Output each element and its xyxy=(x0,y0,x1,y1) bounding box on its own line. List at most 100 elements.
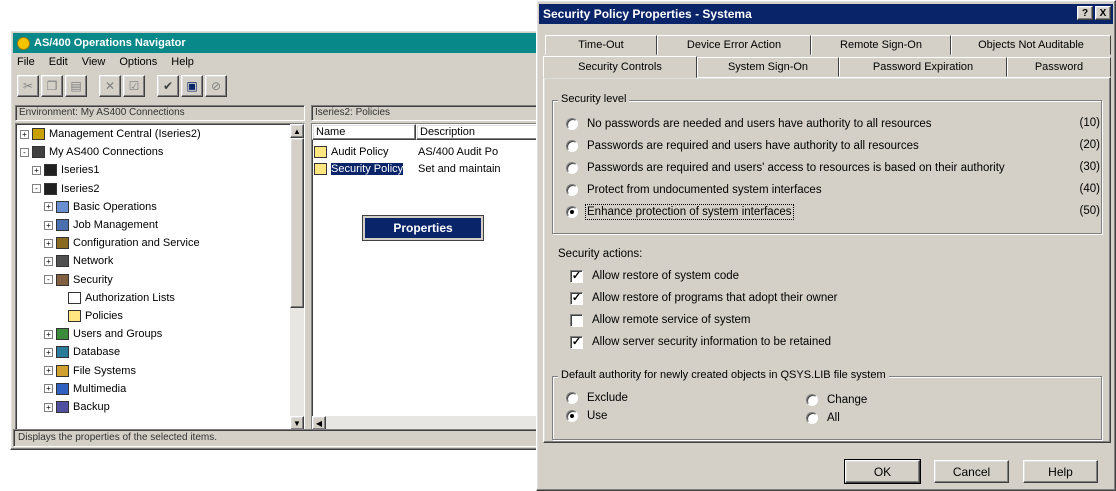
tab-time-out[interactable]: Time-Out xyxy=(545,35,657,55)
checkbox-checked[interactable]: ✓ xyxy=(570,335,583,349)
expand-icon[interactable]: + xyxy=(32,165,41,175)
hierarchy-tree[interactable]: + Management Central (Iseries2) - My AS400 … xyxy=(15,123,305,431)
radio-button[interactable] xyxy=(566,118,578,130)
default-authority-option[interactable]: Exclude xyxy=(566,390,628,406)
radio-button[interactable] xyxy=(566,392,578,404)
ok-button[interactable]: OK xyxy=(844,459,921,484)
list-item-description: Set and maintain xyxy=(418,163,501,175)
checkbox-unchecked[interactable] xyxy=(570,313,583,327)
tree-item[interactable]: + File Systems xyxy=(44,363,136,379)
expand-icon[interactable]: + xyxy=(44,329,53,339)
tree-item[interactable]: + Iseries1 xyxy=(32,162,100,178)
expand-icon[interactable]: + xyxy=(20,129,29,139)
tree-vertical-scrollbar[interactable]: ▲ ▼ xyxy=(290,124,304,430)
tab-system-sign-on[interactable]: System Sign-On xyxy=(697,57,839,77)
help-button[interactable]: Help xyxy=(1023,460,1098,483)
list-item[interactable]: Security Policy Set and maintain xyxy=(314,161,501,177)
tree-item[interactable]: + Management Central (Iseries2) xyxy=(20,126,201,142)
radio-button[interactable] xyxy=(566,206,578,218)
close-icon[interactable]: X xyxy=(1095,6,1111,20)
menu-file[interactable]: File xyxy=(15,55,37,69)
help-icon[interactable]: ? xyxy=(1077,6,1093,20)
scroll-left-icon[interactable]: ◀ xyxy=(312,416,326,430)
default-authority-option[interactable]: Change xyxy=(806,392,867,408)
checkbox-checked[interactable]: ✓ xyxy=(570,291,583,305)
policies-list-view[interactable]: Name Description Audit Policy AS/400 Aud… xyxy=(311,123,537,431)
expand-icon[interactable]: + xyxy=(44,238,53,248)
tree-item[interactable]: + Basic Operations xyxy=(44,199,157,215)
menu-edit[interactable]: Edit xyxy=(47,55,70,69)
tree-item[interactable]: + Users and Groups xyxy=(44,326,162,342)
check-icon[interactable]: ✔ xyxy=(157,75,179,97)
tree-item[interactable]: - Iseries2 xyxy=(32,181,100,197)
cut-icon[interactable]: ✂ xyxy=(17,75,39,97)
tree-item[interactable]: + Database xyxy=(44,344,120,360)
menu-help[interactable]: Help xyxy=(169,55,196,69)
radio-button[interactable] xyxy=(566,410,578,422)
scroll-up-icon[interactable]: ▲ xyxy=(290,124,304,138)
checkbox-checked[interactable]: ✓ xyxy=(570,269,583,283)
list-horizontal-scrollbar[interactable]: ◀ xyxy=(312,416,536,430)
menu-options[interactable]: Options xyxy=(117,55,159,69)
tree-item[interactable]: - Security xyxy=(44,272,113,288)
security-level-option[interactable]: No passwords are needed and users have a… xyxy=(566,116,932,132)
tree-item[interactable]: - My AS400 Connections xyxy=(20,144,163,160)
tree-item[interactable]: Authorization Lists xyxy=(56,290,175,306)
list-item[interactable]: Audit Policy AS/400 Audit Po xyxy=(314,144,498,160)
column-description[interactable]: Description xyxy=(416,124,536,140)
security-level-option[interactable]: Passwords are required and users have au… xyxy=(566,138,919,154)
menu-view[interactable]: View xyxy=(80,55,108,69)
radio-button[interactable] xyxy=(806,412,818,424)
collapse-icon[interactable]: - xyxy=(32,184,41,194)
tab-device-error-action[interactable]: Device Error Action xyxy=(657,35,811,55)
expand-icon[interactable]: + xyxy=(44,256,53,266)
column-name[interactable]: Name xyxy=(312,124,416,140)
expand-icon[interactable]: + xyxy=(44,384,53,394)
refresh-icon[interactable]: ▣ xyxy=(181,75,203,97)
dialog-title-bar[interactable]: Security Policy Properties - Systema xyxy=(539,4,1113,24)
expand-icon[interactable]: + xyxy=(44,347,53,357)
expand-icon[interactable]: + xyxy=(44,220,53,230)
delete-icon[interactable]: ✕ xyxy=(99,75,121,97)
radio-button[interactable] xyxy=(806,394,818,406)
security-level-option[interactable]: Protect from undocumented system interfa… xyxy=(566,182,822,198)
stop-icon[interactable]: ⊘ xyxy=(205,75,227,97)
collapse-icon[interactable]: - xyxy=(20,147,29,157)
tree-item[interactable]: + Configuration and Service xyxy=(44,235,200,251)
tree-item[interactable]: + Job Management xyxy=(44,217,158,233)
tab-remote-sign-on[interactable]: Remote Sign-On xyxy=(811,35,951,55)
expand-icon[interactable]: + xyxy=(44,202,53,212)
scroll-down-icon[interactable]: ▼ xyxy=(290,416,304,430)
scroll-thumb[interactable] xyxy=(290,138,304,308)
expand-icon[interactable]: + xyxy=(44,402,53,412)
navigator-title-bar[interactable]: AS/400 Operations Navigator xyxy=(13,33,537,53)
tab-security-controls[interactable]: Security Controls xyxy=(543,56,697,78)
tree-item[interactable]: Policies xyxy=(56,308,123,324)
tab-password-expiration[interactable]: Password Expiration xyxy=(839,57,1007,77)
security-level-option[interactable]: Passwords are required and users' access… xyxy=(566,160,1005,176)
cancel-button[interactable]: Cancel xyxy=(934,460,1009,483)
tree-item[interactable]: + Network xyxy=(44,253,113,269)
radio-button[interactable] xyxy=(566,184,578,196)
default-authority-option[interactable]: Use xyxy=(566,408,607,424)
security-level-option[interactable]: Enhance protection of system interfaces xyxy=(566,204,794,220)
context-menu-properties[interactable]: Properties xyxy=(362,215,484,241)
copy-icon[interactable]: ❐ xyxy=(41,75,63,97)
default-authority-option[interactable]: All xyxy=(806,410,840,426)
security-action-option[interactable]: ✓ Allow restore of programs that adopt th… xyxy=(570,290,837,306)
tree-item[interactable]: + Multimedia xyxy=(44,381,126,397)
security-action-option[interactable]: ✓ Allow restore of system code xyxy=(570,268,739,284)
list-item-name: Audit Policy xyxy=(331,146,389,158)
tab-objects-not-auditable[interactable]: Objects Not Auditable xyxy=(951,35,1111,55)
security-action-option[interactable]: ✓ Allow server security information to be… xyxy=(570,334,831,350)
tab-password[interactable]: Password xyxy=(1007,57,1111,77)
security-controls-panel: Security level No passwords are needed a… xyxy=(543,77,1111,443)
expand-icon[interactable]: + xyxy=(44,366,53,376)
radio-button[interactable] xyxy=(566,140,578,152)
radio-button[interactable] xyxy=(566,162,578,174)
properties-icon[interactable]: ☑ xyxy=(123,75,145,97)
security-action-option[interactable]: Allow remote service of system xyxy=(570,312,751,328)
collapse-icon[interactable]: - xyxy=(44,275,53,285)
tree-item[interactable]: + Backup xyxy=(44,399,110,415)
paste-icon[interactable]: ▤ xyxy=(65,75,87,97)
